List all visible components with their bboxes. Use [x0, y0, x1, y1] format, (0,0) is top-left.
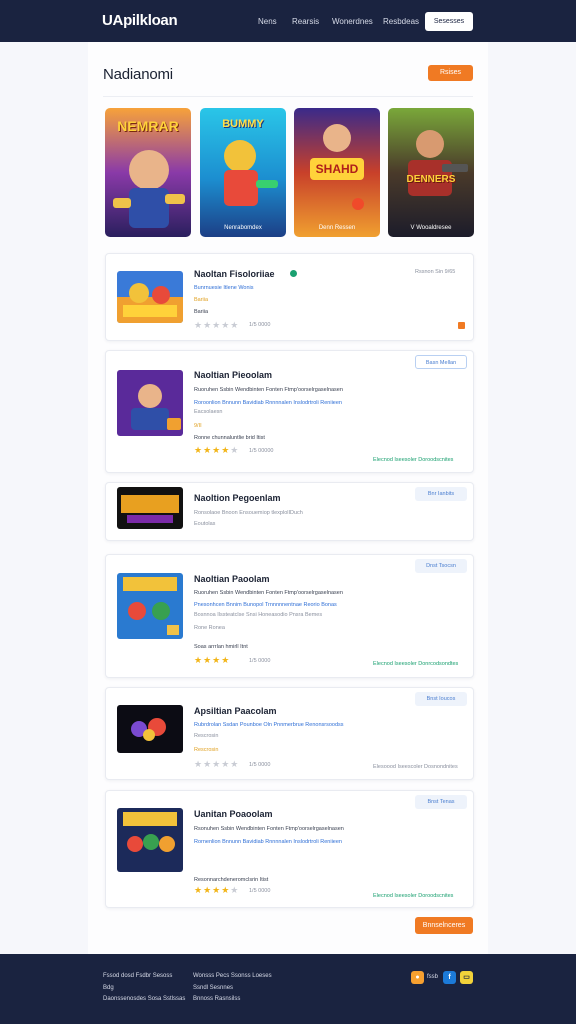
list-item[interactable]: Naoltan Fisoloriiae Bunrnuesie Itlene Wo… [105, 253, 474, 341]
poster-caption-4: V Wooaldresee [410, 225, 452, 231]
item-action-button[interactable]: Basn Mellan [415, 355, 467, 369]
bookmark-icon[interactable] [458, 322, 465, 329]
page-title: Nadianomi [103, 66, 173, 83]
rating-stars: ★★★★★ [194, 885, 240, 895]
item-thumbnail[interactable] [117, 487, 183, 529]
item-title[interactable]: Naoltan Fisoloriiae [194, 269, 275, 279]
item-subtext: Resonnarchdeneromclsrin Itist [194, 877, 269, 883]
item-subtext: Soas arrrlan hmirll Itnt [194, 644, 248, 650]
item-action-button[interactable]: Bnr Ianbits [415, 487, 467, 501]
item-subtext: Ronne chunnaluntlie brid Itist [194, 435, 265, 441]
item-thumbnail[interactable] [117, 573, 183, 639]
item-action-button[interactable]: Bnst Ioucos [415, 692, 467, 706]
item-meta: Bosnnoa Ilssteatclse Snsi Honeasodio Pns… [194, 612, 323, 618]
nav-link-1[interactable]: Nens [258, 17, 277, 26]
item-title[interactable]: Apsiltian Paacolam [194, 706, 277, 716]
item-date: Rssnon Sin 9/65 [415, 269, 456, 275]
chat-icon[interactable]: ▭ [460, 971, 473, 984]
item-badge: 9/II [194, 423, 202, 429]
list-item[interactable]: Bnst Ioucos Apsiltian Paacolam Rubrdrola… [105, 687, 474, 780]
item-subtext: Bariia [194, 309, 209, 315]
facebook-icon[interactable]: f [443, 971, 456, 984]
featured-card-4[interactable]: DENNERS V Wooaldresee [388, 108, 474, 237]
rating-stars: ★★★★ [194, 655, 231, 665]
item-title[interactable]: Naoltian Pieoolam [194, 370, 272, 380]
item-description: Ruoruhen Ssbin Wendbinten Fonten Ftmp'oo… [194, 590, 343, 596]
item-action-button[interactable]: Dnst Tsocsn [415, 559, 467, 573]
social-icon[interactable]: ● [411, 971, 424, 984]
item-link[interactable]: Bunrnuesie Itlene Wonis [194, 285, 254, 291]
app-logo[interactable]: UApilkloan [102, 12, 178, 29]
featured-card-1[interactable]: NEMRAR [105, 108, 191, 237]
featured-card-3[interactable]: SHAHD Denn Ressen [294, 108, 380, 237]
top-nav-bar: UApilkloan Nens Rearsis Wonerdnes Resbde… [0, 0, 576, 42]
poster-title-3: SHAHD [315, 162, 359, 176]
footer-link[interactable]: Fssod dosd Fsdbr Sesoss [103, 973, 172, 979]
nav-link-4[interactable]: Resbdeas [383, 17, 419, 26]
item-thumbnail[interactable] [117, 370, 183, 436]
item-link[interactable]: Pnesonhcen Bnnim Bunopol Trnnnnnentnae R… [194, 602, 337, 608]
footer [0, 954, 576, 1024]
item-description: Ronsolaoe Bnoon Ensouemiop tlexplolIDuch [194, 510, 303, 516]
load-more-button[interactable]: Bnnselnceres [415, 917, 473, 934]
nav-link-2[interactable]: Rearsis [292, 17, 319, 26]
list-item[interactable]: Bnst Tenas Uanitan Poaoolam Rsonuhen Ssb… [105, 790, 474, 908]
rating-count: 1/5 0000 [249, 322, 271, 328]
item-tag: Bariia [194, 297, 209, 303]
verified-icon [290, 270, 297, 277]
title-divider [103, 96, 473, 97]
item-status: Elecnod Iseesoler Doroodscnites [373, 893, 454, 899]
footer-link[interactable]: Bdg [103, 985, 114, 991]
social-label: fssb [427, 974, 439, 980]
poster-title-1: NEMRAR [117, 118, 179, 134]
list-item[interactable]: Dnst Tsocsn Naoltian Paoolam Ruoruhen Ss… [105, 554, 474, 678]
item-title[interactable]: Naoltion Pegoenlam [194, 493, 281, 503]
rating-stars: ★★★★★ [194, 320, 240, 330]
header-cta-button[interactable]: Sesesses [425, 12, 473, 31]
rating-stars: ★★★★★ [194, 445, 240, 455]
list-item[interactable]: Bnr Ianbits Naoltion Pegoenlam Ronsolaoe… [105, 482, 474, 541]
item-status: Elecnod Iseesoler Doroodscnites [373, 457, 454, 463]
item-status: Elesoood Iseescoler Dosnondnites [373, 764, 458, 770]
item-title[interactable]: Uanitan Poaoolam [194, 809, 273, 819]
rating-count: 1/5 0000 [249, 762, 271, 768]
footer-link[interactable]: Bnnoss Rasnsilss [193, 996, 240, 1002]
item-description: Ruoruhen Ssbin Wendbinten Fonten Ftmp'oo… [194, 387, 343, 393]
rating-count: 1/5 0000 [249, 658, 271, 664]
footer-link[interactable]: Ssndl Sesnnes [193, 985, 233, 991]
item-description[interactable]: Rubrdrolan Ssdan Pounboe Oln Pnnmerbrue … [194, 722, 344, 728]
nav-link-3[interactable]: Wonerdnes [332, 17, 373, 26]
footer-link[interactable]: Daonssenosdes Sosa Sstlssas [103, 996, 185, 1002]
footer-link[interactable]: Wonsss Pecs Ssonss Loeses [193, 973, 272, 979]
item-description: Rsonuhen Ssbin Wendbinten Fonten Ftmp'oo… [194, 826, 344, 832]
item-thumbnail[interactable] [117, 271, 183, 323]
item-meta: Eoutolas [194, 521, 216, 527]
item-status: Elecnod Iseesoler Donrcodsondtes [373, 661, 459, 667]
featured-card-2[interactable]: BUMMY Nenrabomdex [200, 108, 286, 237]
item-badge: Rone Ronea [194, 625, 225, 631]
item-tag: Rescrosin [194, 747, 219, 753]
poster-art-4 [388, 108, 474, 237]
item-thumbnail[interactable] [117, 808, 183, 872]
poster-title-2: BUMMY [222, 118, 264, 130]
poster-caption-3: Denn Ressen [318, 225, 356, 231]
item-meta: Eacsolaesn [194, 409, 223, 415]
rating-stars: ★★★★★ [194, 759, 240, 769]
rating-count: 1/5 00000 [249, 448, 274, 454]
item-link[interactable]: Rornenlion Bnnunn Bavidiab Rnnnnalen Ins… [194, 839, 342, 845]
rating-count: 1/5 0000 [249, 888, 271, 894]
top-action-button[interactable]: Rsises [428, 65, 473, 81]
poster-caption-2: Nenrabomdex [224, 225, 262, 231]
item-badge: Rescrosin [194, 733, 219, 739]
item-action-button[interactable]: Bnst Tenas [415, 795, 467, 809]
list-item[interactable]: Basn Mellan Naoltian Pieoolam Ruoruhen S… [105, 350, 474, 473]
poster-title-4: DENNERS [406, 174, 456, 185]
item-title[interactable]: Naoltian Paoolam [194, 574, 270, 584]
item-link[interactable]: Roroonlion Bnnunn Bavidiab Rnnnnalen Ins… [194, 400, 342, 406]
item-thumbnail[interactable] [117, 705, 183, 753]
